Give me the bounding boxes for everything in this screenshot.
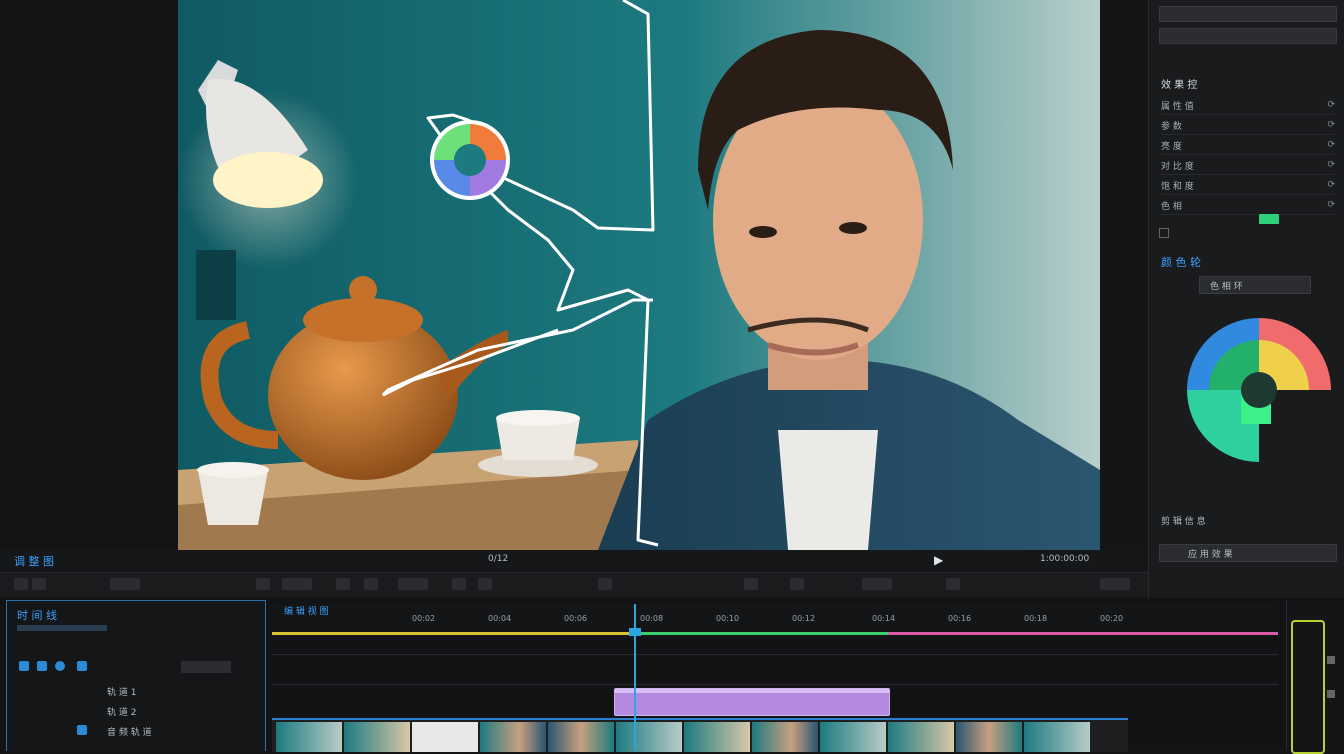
side-button[interactable] <box>1327 656 1335 664</box>
tool-icon[interactable] <box>336 578 350 590</box>
lock-icon[interactable] <box>37 661 47 671</box>
tick-label: 00:14 <box>872 614 896 623</box>
ruler-title: 编 辑 视 图 <box>284 607 329 617</box>
tick-label: 00:06 <box>564 614 588 623</box>
eye-icon[interactable] <box>19 661 29 671</box>
clip-thumbnail <box>820 722 886 752</box>
time-ruler[interactable]: 编 辑 视 图 00:02 00:04 00:06 00:08 00:10 00… <box>272 604 1278 638</box>
clip-thumbnail <box>1024 722 1090 752</box>
property-row[interactable]: 属 性 值 ⟳ <box>1161 96 1335 115</box>
record-icon[interactable] <box>55 661 65 671</box>
tool-icon[interactable] <box>862 578 892 590</box>
tool-icon[interactable] <box>398 578 428 590</box>
clip-thumbnail <box>752 722 818 752</box>
track-select[interactable] <box>181 661 231 673</box>
tool-icon[interactable] <box>110 578 140 590</box>
tick-label: 00:02 <box>412 614 436 623</box>
color-section-title: 颜 色 轮 <box>1161 256 1201 269</box>
tool-icon[interactable] <box>946 578 960 590</box>
track-divider <box>272 654 1278 655</box>
tick-label: 00:04 <box>488 614 512 623</box>
frame-counter: 0/12 <box>488 554 509 564</box>
section-title: 效 果 控 <box>1161 80 1198 91</box>
color-mode-select[interactable]: 色 相 环 <box>1199 276 1311 294</box>
clip-thumbnail <box>276 722 342 752</box>
side-button[interactable] <box>1327 690 1335 698</box>
keyframe-marker[interactable] <box>1259 214 1279 224</box>
property-row[interactable]: 对 比 度 ⟳ <box>1161 156 1335 175</box>
tick-label: 00:18 <box>1024 614 1048 623</box>
timeline-title: 时 间 线 <box>17 609 57 622</box>
tool-icon[interactable] <box>598 578 612 590</box>
transport-bar: 调 整 图 0/12 ▶ 1:00:00:00 <box>0 550 1148 572</box>
toolbar <box>0 572 1148 597</box>
tool-icon[interactable] <box>14 578 28 590</box>
tool-icon[interactable] <box>1100 578 1130 590</box>
tool-icon[interactable] <box>744 578 758 590</box>
level-meter <box>1291 620 1325 754</box>
track-toggle-icon[interactable] <box>77 725 87 735</box>
property-row[interactable]: 参 数 ⟳ <box>1161 116 1335 135</box>
clip-thumbnail <box>548 722 614 752</box>
effect-controls-panel: 效 果 控 属 性 值 ⟳ 参 数 ⟳ 亮 度 ⟳ 对 比 度 ⟳ 饱 和 度 ⟳ 色 相… <box>1148 0 1344 598</box>
tool-icon[interactable] <box>478 578 492 590</box>
timecode: 1:00:00:00 <box>1040 554 1090 564</box>
clip-thumbnail <box>684 722 750 752</box>
bottom-title: 剪 辑 信 息 <box>1161 517 1206 527</box>
clip-thumbnail <box>480 722 546 752</box>
tool-icon[interactable] <box>32 578 46 590</box>
property-row[interactable]: 色 相 ⟳ <box>1161 196 1335 215</box>
adjustment-clip[interactable] <box>614 688 890 716</box>
track-divider <box>272 684 1278 685</box>
clip-thumbnail <box>888 722 954 752</box>
tick-label: 00:08 <box>640 614 664 623</box>
green-range-bar <box>634 632 888 635</box>
track-label: 轨 道 2 <box>107 708 137 718</box>
track-header-panel: 时 间 线 轨 道 1 轨 道 2 音 频 轨 道 <box>6 600 266 751</box>
play-icon[interactable]: ▶ <box>934 553 943 567</box>
search-field[interactable] <box>1159 28 1337 44</box>
yellow-range-bar <box>272 632 634 635</box>
checkbox[interactable] <box>1159 228 1169 238</box>
sequence-label: 调 整 图 <box>14 555 54 568</box>
property-row[interactable]: 饱 和 度 ⟳ <box>1161 176 1335 195</box>
track-label: 轨 道 1 <box>107 688 137 698</box>
progress-strip <box>17 625 107 631</box>
tool-icon[interactable] <box>364 578 378 590</box>
tool-icon[interactable] <box>790 578 804 590</box>
clip-thumbnail <box>956 722 1022 752</box>
color-wheel[interactable] <box>1179 310 1339 470</box>
left-sidebar <box>0 0 178 598</box>
property-row[interactable]: 亮 度 ⟳ <box>1161 136 1335 155</box>
timeline-side-panel <box>1286 600 1344 754</box>
panel-header-bar[interactable] <box>1159 6 1337 22</box>
video-clip-track[interactable] <box>272 718 1128 752</box>
scissors-icon[interactable] <box>452 578 466 590</box>
tick-label: 00:10 <box>716 614 740 623</box>
playhead[interactable] <box>629 604 641 750</box>
clip-thumbnail <box>344 722 410 752</box>
preview-frame <box>178 0 1100 550</box>
tick-label: 00:12 <box>792 614 816 623</box>
marker-icon[interactable] <box>77 661 87 671</box>
apply-effect-button[interactable]: 应 用 效 果 <box>1159 544 1337 562</box>
tick-label: 00:16 <box>948 614 972 623</box>
clip-thumbnail <box>616 722 682 752</box>
clip-thumbnail <box>412 722 478 752</box>
tool-icon[interactable] <box>256 578 270 590</box>
tool-icon[interactable] <box>282 578 312 590</box>
pink-range-bar <box>888 632 1278 635</box>
track-label: 音 频 轨 道 <box>107 728 152 738</box>
tick-label: 00:20 <box>1100 614 1124 623</box>
video-preview[interactable] <box>178 0 1100 550</box>
